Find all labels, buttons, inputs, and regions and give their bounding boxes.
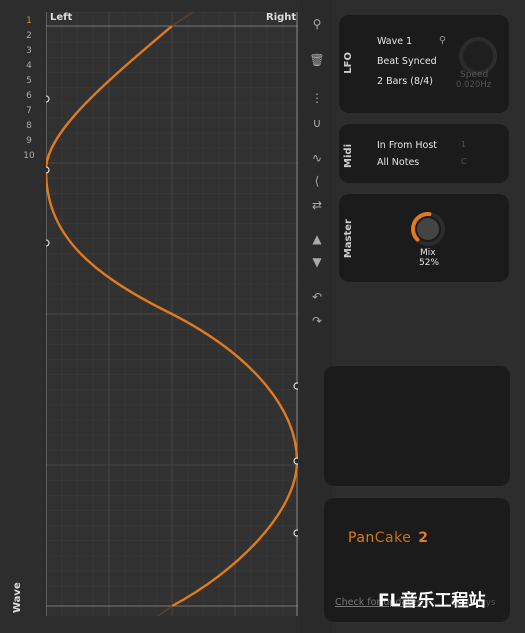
speed-value: 0.020Hz: [456, 80, 492, 90]
point-7[interactable]: 7: [18, 104, 40, 119]
curve-point: [293, 457, 298, 465]
point-6[interactable]: 6: [18, 89, 40, 104]
curve-point: [46, 166, 50, 174]
redo-icon[interactable]: ↷: [307, 311, 327, 331]
mix-knob[interactable]: [410, 211, 446, 247]
wave-search-icon[interactable]: ⚲: [439, 35, 446, 46]
right-label: Right: [266, 12, 297, 23]
waveform-editor[interactable]: [46, 12, 298, 616]
point-3[interactable]: 3: [18, 44, 40, 59]
curve-handle: [293, 529, 298, 537]
trash-icon[interactable]: 🗑: [307, 50, 327, 70]
line-point-icon[interactable]: ⋮: [307, 88, 327, 108]
midi-panel: [339, 124, 509, 183]
left-label: Left: [50, 12, 73, 23]
sync-mode[interactable]: Beat Synced: [377, 56, 437, 67]
search-icon[interactable]: ⚲: [307, 14, 327, 34]
curve-handle: [293, 382, 298, 390]
product-logo: PanCake 2: [348, 530, 429, 546]
curve-handle: [46, 95, 50, 103]
point-8[interactable]: 8: [18, 119, 40, 134]
arrow-down-icon[interactable]: ▼: [307, 252, 327, 272]
empty-panel: [324, 366, 510, 486]
logo-pan: Pan: [348, 530, 375, 546]
logo-cake: Cake: [374, 530, 412, 546]
lfo-tab[interactable]: LFO: [343, 52, 354, 74]
curve-s-icon[interactable]: ∿: [307, 148, 327, 168]
shuffle-icon[interactable]: ⇄: [307, 195, 327, 215]
wave-select[interactable]: Wave 1: [377, 36, 412, 47]
logo-version: 2: [418, 530, 429, 546]
lfo-length[interactable]: 2 Bars (8/4): [377, 76, 433, 87]
point-9[interactable]: 9: [18, 134, 40, 149]
point-list: 1 2 3 4 5 6 7 8 9 10: [18, 14, 40, 164]
curve-handle: [46, 239, 50, 247]
curve-angle-icon[interactable]: ⟨: [307, 171, 327, 191]
magnet-icon[interactable]: ∪: [307, 113, 327, 133]
mix-label: Mix: [420, 248, 436, 258]
mix-value: 52%: [419, 258, 440, 268]
wave-label: Wave: [12, 582, 23, 613]
point-4[interactable]: 4: [18, 59, 40, 74]
midi-tab[interactable]: Midi: [343, 144, 354, 168]
watermark-text: FL音乐工程站: [378, 591, 486, 611]
midi-mode[interactable]: In From Host: [377, 140, 437, 151]
undo-icon[interactable]: ↶: [307, 287, 327, 307]
point-10[interactable]: 10: [18, 149, 40, 164]
speed-label: Speed: [460, 70, 489, 80]
midi-channel: 1: [461, 140, 467, 149]
midi-note: C: [461, 157, 467, 166]
waveform-canvas[interactable]: [46, 12, 298, 616]
point-1[interactable]: 1: [18, 14, 40, 29]
master-tab[interactable]: Master: [343, 219, 354, 258]
arrow-up-icon[interactable]: ▲: [307, 229, 327, 249]
midi-notes[interactable]: All Notes: [377, 157, 419, 168]
point-5[interactable]: 5: [18, 74, 40, 89]
point-2[interactable]: 2: [18, 29, 40, 44]
